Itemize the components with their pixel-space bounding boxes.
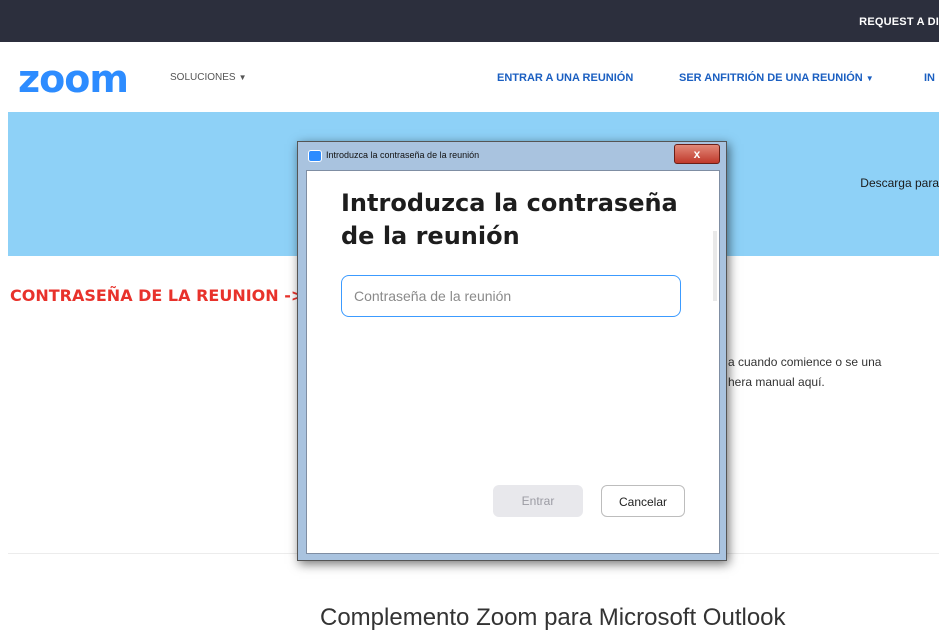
chevron-down-icon: ▼ (238, 73, 247, 82)
background-line-2: hera manual aquí. (728, 375, 825, 389)
dialog-scrollbar[interactable] (713, 231, 717, 301)
dialog-window-title: Introduzca la contraseña de la reunión (326, 150, 480, 160)
cancel-button[interactable]: Cancelar (601, 485, 685, 517)
nav-truncated-item[interactable]: IN (924, 72, 935, 84)
close-button[interactable]: x (674, 144, 720, 164)
dialog-titlebar[interactable]: Introduzca la contraseña de la reunión x (298, 142, 726, 168)
dialog-heading: Introduzca la contraseña de la reunión (341, 189, 678, 250)
nav-host-meeting[interactable]: SER ANFITRIÓN DE UNA REUNIÓN ▼ (679, 72, 874, 84)
chevron-down-icon: ▼ (865, 74, 874, 83)
nav-solutions[interactable]: SOLUCIONES ▼ (170, 72, 247, 83)
background-line-1: a cuando comience o se una (728, 355, 882, 369)
meeting-password-input[interactable] (341, 275, 681, 317)
download-text[interactable]: Descarga para (860, 176, 939, 190)
enter-button[interactable]: Entrar (493, 485, 583, 517)
top-bar: REQUEST A DI (0, 0, 939, 42)
dialog-body: Introduzca la contraseña de la reunión E… (306, 170, 720, 554)
zoom-app-icon (308, 150, 322, 162)
nav-host-label: SER ANFITRIÓN DE UNA REUNIÓN (679, 72, 863, 84)
navigation-bar: zoom SOLUCIONES ▼ ENTRAR A UNA REUNIÓN SE… (0, 42, 939, 112)
zoom-logo[interactable]: zoom (18, 57, 129, 101)
nav-join-meeting[interactable]: ENTRAR A UNA REUNIÓN (497, 72, 633, 84)
nav-solutions-label: SOLUCIONES (170, 72, 236, 83)
password-annotation: CONTRASEÑA DE LA REUNION -> (10, 286, 305, 305)
request-demo-link[interactable]: REQUEST A DI (859, 16, 939, 28)
close-icon: x (693, 147, 701, 161)
background-instructions: a cuando comience o se una hera manual a… (728, 352, 881, 392)
password-dialog: Introduzca la contraseña de la reunión x… (297, 141, 727, 561)
